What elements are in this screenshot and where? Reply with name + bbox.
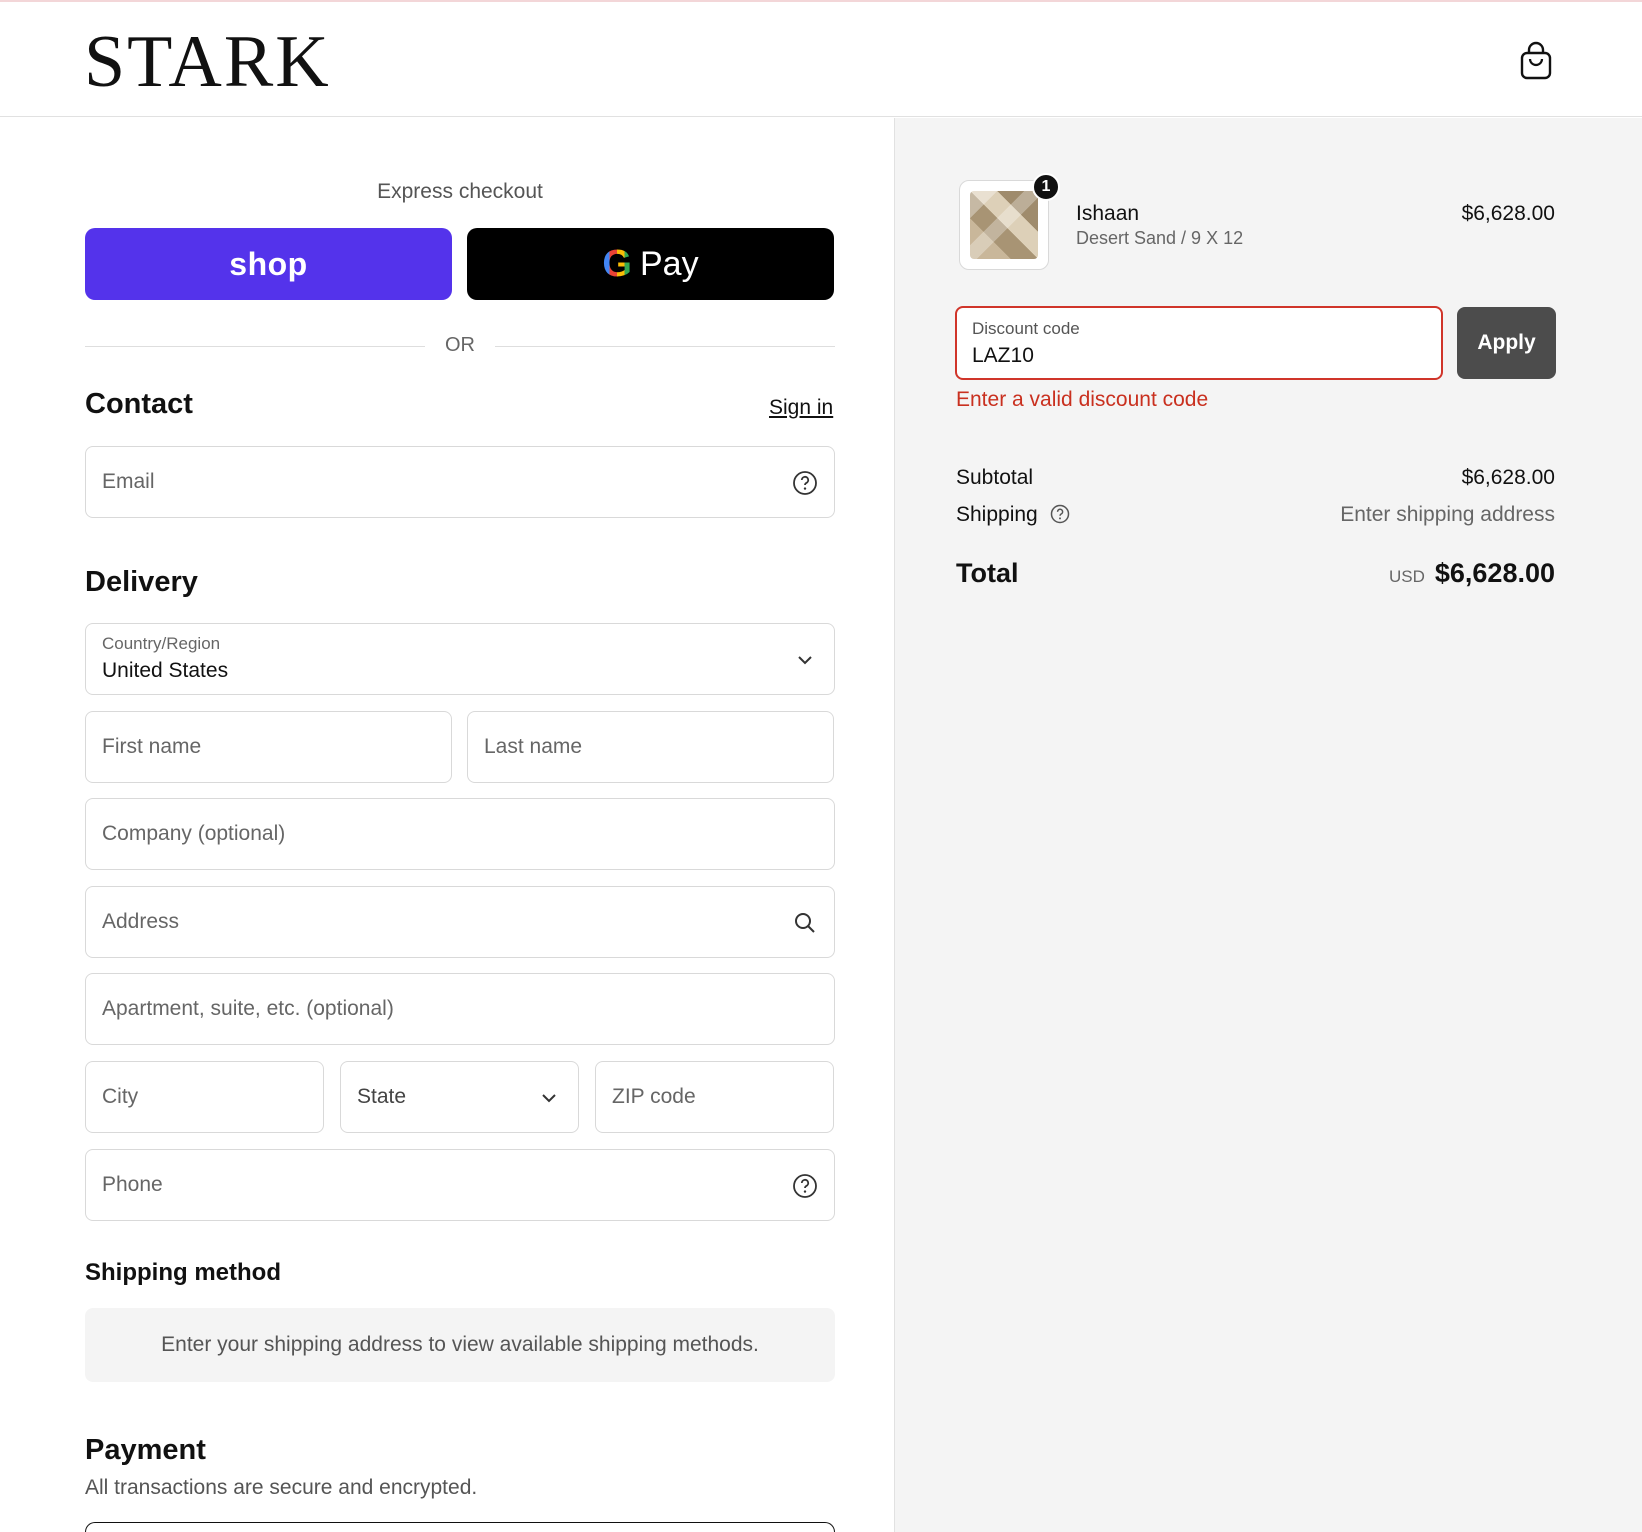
- product-name: Ishaan: [1076, 202, 1140, 225]
- help-circle-icon[interactable]: [792, 470, 818, 496]
- contact-heading: Contact: [85, 388, 193, 420]
- country-value: United States: [102, 659, 229, 682]
- email-field[interactable]: Email: [85, 446, 835, 518]
- help-circle-icon[interactable]: [1050, 504, 1070, 524]
- order-summary-panel: 1 Ishaan Desert Sand / 9 X 12 $6,628.00 …: [894, 118, 1642, 1532]
- product-thumbnail: 1: [959, 173, 1060, 270]
- google-g-icon: G: [602, 242, 632, 285]
- express-checkout-label: Express checkout: [377, 180, 543, 203]
- email-placeholder: Email: [102, 470, 155, 493]
- quantity-badge: 1: [1032, 173, 1060, 201]
- discount-code-value: LAZ10: [972, 344, 1034, 367]
- discount-code-label: Discount code: [972, 319, 1080, 338]
- country-select[interactable]: Country/Region United States: [85, 623, 835, 695]
- discount-code-field[interactable]: Discount code LAZ10: [955, 306, 1443, 380]
- shopping-bag-icon[interactable]: [1518, 40, 1554, 80]
- phone-field[interactable]: Phone: [85, 1149, 835, 1221]
- google-pay-label: Pay: [639, 244, 699, 283]
- google-pay-button[interactable]: G Pay: [467, 228, 834, 300]
- total-value: $6,628.00: [1434, 558, 1555, 588]
- city-placeholder: City: [102, 1085, 139, 1108]
- last-name-field[interactable]: Last name: [467, 711, 834, 783]
- product-variant: Desert Sand / 9 X 12: [1076, 228, 1244, 248]
- product-image: [970, 191, 1038, 259]
- currency-code: USD: [1388, 567, 1425, 586]
- payment-subtitle: All transactions are secure and encrypte…: [85, 1476, 478, 1499]
- first-name-placeholder: First name: [102, 735, 202, 758]
- apartment-placeholder: Apartment, suite, etc. (optional): [102, 997, 394, 1020]
- help-circle-icon[interactable]: [792, 1173, 818, 1199]
- phone-placeholder: Phone: [102, 1173, 163, 1196]
- product-price: $6,628.00: [1461, 202, 1555, 225]
- or-divider: OR: [85, 332, 835, 362]
- checkout-form-panel: Express checkout shop G Pay OR Contact S…: [0, 118, 894, 1532]
- country-label: Country/Region: [102, 634, 221, 653]
- shipping-method-heading: Shipping method: [85, 1259, 281, 1286]
- header: STARK: [0, 2, 1642, 117]
- chevron-down-icon: [798, 656, 812, 665]
- first-name-field[interactable]: First name: [85, 711, 452, 783]
- total-row: USD $6,628.00: [1389, 558, 1555, 589]
- shipping-method-info: Enter your shipping address to view avai…: [85, 1308, 835, 1382]
- city-field[interactable]: City: [85, 1061, 324, 1133]
- delivery-heading: Delivery: [85, 566, 198, 598]
- zip-placeholder: ZIP code: [612, 1085, 696, 1108]
- store-logo[interactable]: STARK: [84, 22, 331, 102]
- zip-field[interactable]: ZIP code: [595, 1061, 834, 1133]
- shipping-row-label: Shipping: [956, 503, 1070, 527]
- chevron-down-icon: [542, 1094, 556, 1103]
- company-placeholder: Company (optional): [102, 822, 286, 845]
- address-field[interactable]: Address: [85, 886, 835, 958]
- subtotal-label: Subtotal: [956, 466, 1034, 489]
- apartment-field[interactable]: Apartment, suite, etc. (optional): [85, 973, 835, 1045]
- shipping-label: Shipping: [956, 503, 1038, 526]
- sign-in-link[interactable]: Sign in: [769, 396, 833, 420]
- search-icon: [795, 913, 815, 933]
- shop-pay-label: shop: [229, 245, 308, 282]
- apply-discount-button[interactable]: Apply: [1457, 307, 1556, 379]
- state-select[interactable]: State: [340, 1061, 579, 1133]
- shipping-value: Enter shipping address: [1340, 503, 1555, 526]
- address-placeholder: Address: [102, 910, 180, 933]
- payment-options-box[interactable]: [85, 1522, 835, 1532]
- state-placeholder: State: [357, 1085, 407, 1108]
- payment-heading: Payment: [85, 1434, 206, 1466]
- divider-line-right: [495, 346, 835, 347]
- discount-error-message: Enter a valid discount code: [956, 388, 1209, 411]
- company-field[interactable]: Company (optional): [85, 798, 835, 870]
- subtotal-value: $6,628.00: [1461, 466, 1555, 489]
- shop-pay-button[interactable]: shop: [85, 228, 452, 300]
- total-label: Total: [956, 558, 1019, 588]
- last-name-placeholder: Last name: [484, 735, 583, 758]
